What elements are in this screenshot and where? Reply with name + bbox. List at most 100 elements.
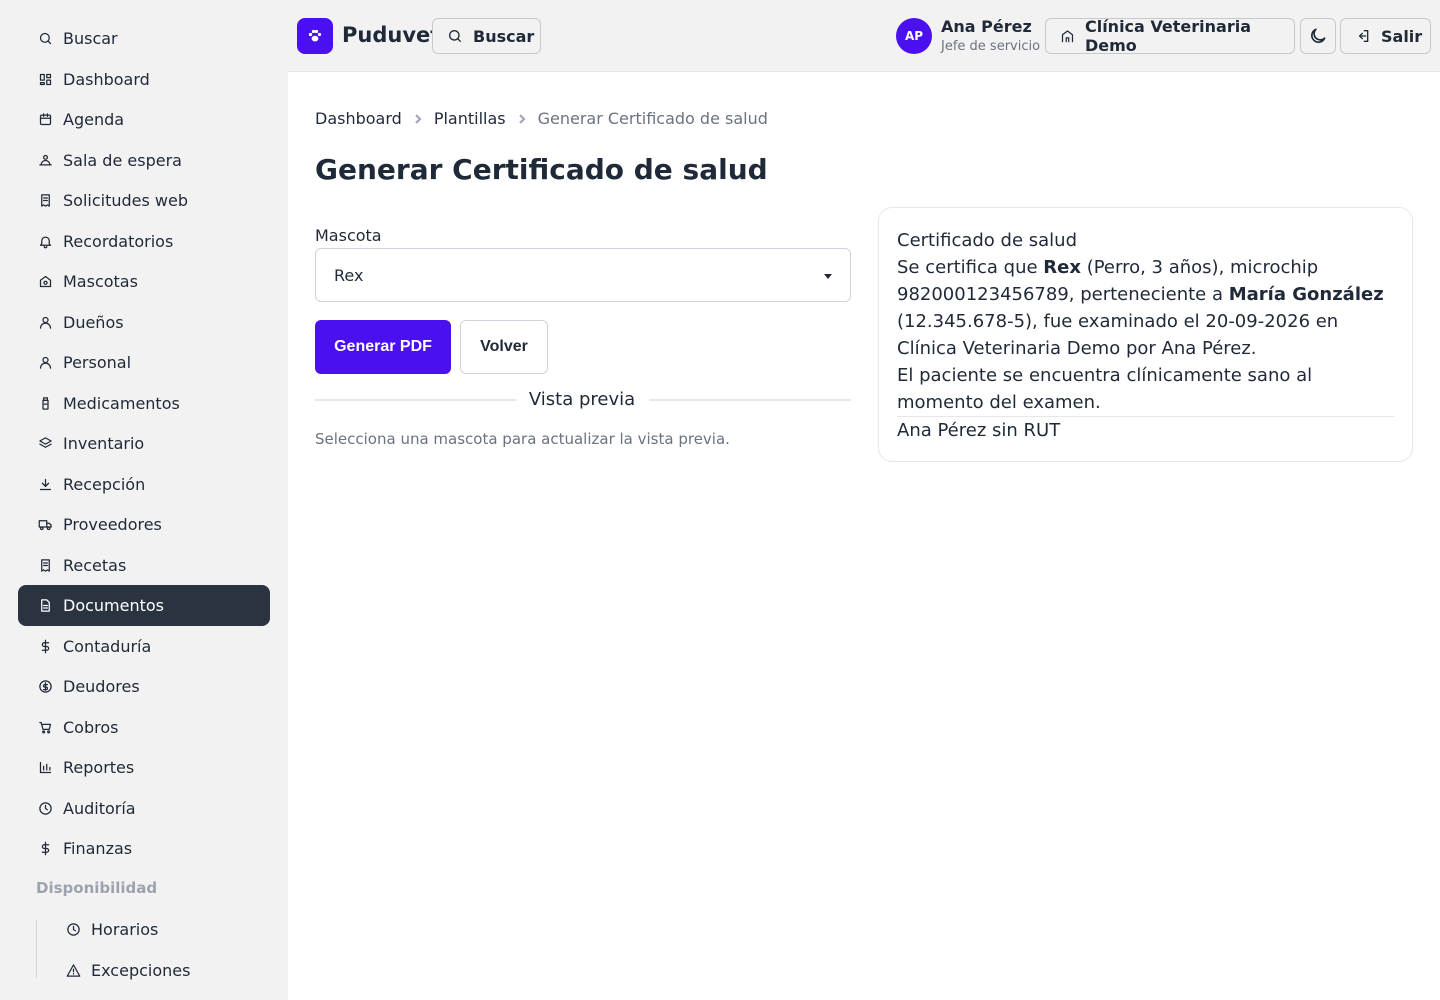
sidebar-item-duenos[interactable]: Dueños [18,302,270,343]
dashboard-icon [37,72,53,88]
sidebar-item-label: Deudores [63,677,140,696]
certificate-preview: Certificado de salud Se certifica que Re… [878,207,1413,462]
certificate-heading: Certificado de salud [897,230,1077,251]
avatar[interactable]: AP [896,18,932,54]
search-icon [449,30,461,42]
sidebar-item-label: Dueños [63,313,124,332]
clinic-selector-button[interactable]: Clínica Veterinaria Demo [1045,17,1295,55]
breadcrumb-plantillas[interactable]: Plantillas [434,109,506,128]
building-icon [1061,30,1074,43]
sidebar-item-label: Mascotas [63,272,138,291]
dollar-icon [37,841,53,857]
sidebar-subitem-excepciones[interactable]: Excepciones [46,950,270,991]
certificate-pet-name: Rex [1043,257,1081,278]
sidebar-item-contaduria[interactable]: Contaduría [18,626,270,667]
certificate-body: Se certifica que Rex (Perro, 3 años), mi… [897,254,1394,362]
sidebar-subitem-horarios[interactable]: Horarios [46,909,270,950]
sidebar-item-label: Personal [63,353,132,372]
sidebar-item-label: Proveedores [63,515,162,534]
certificate-statement: El paciente se encuentra clínicamente sa… [897,365,1313,413]
sidebar-item-label: Auditoría [63,799,136,818]
sidebar-item-recepcion[interactable]: Recepción [18,464,270,505]
pet-house-icon [37,274,53,290]
sidebar-item-label: Recordatorios [63,232,174,251]
brand-name[interactable]: Puduvet [342,23,440,47]
clock-icon [65,922,81,938]
dollar-icon [37,639,53,655]
sidebar-item-recetas[interactable]: Recetas [18,545,270,586]
preview-hint: Selecciona una mascota para actualizar l… [315,430,730,448]
breadcrumb-dashboard[interactable]: Dashboard [315,109,402,128]
sidebar-item-label: Dashboard [63,70,150,89]
search-icon [37,31,53,47]
calendar-icon [37,112,53,128]
pet-select-value: Rex [334,265,364,285]
sidebar-item-mascotas[interactable]: Mascotas [18,261,270,302]
waiting-room-icon [37,153,53,169]
generate-pdf-button[interactable]: Generar PDF [315,320,451,374]
sidebar-item-sala-de-espera[interactable]: Sala de espera [18,140,270,181]
cart-icon [37,720,53,736]
paw-logo-icon[interactable] [297,18,333,54]
pet-field-label: Mascota [315,226,382,245]
user-name: Ana Pérez [941,17,1032,36]
sidebar: Disponibilidad Buscar Dashboard Agenda Sala… [0,0,288,1000]
sidebar-item-proveedores[interactable]: Proveedores [18,504,270,545]
sidebar-item-cobros[interactable]: Cobros [18,707,270,748]
search-button[interactable]: Buscar [432,18,541,54]
document-icon [37,598,53,614]
bar-chart-icon [37,760,53,776]
download-icon [37,477,53,493]
bell-icon [37,234,53,250]
sidebar-item-deudores[interactable]: Deudores [18,666,270,707]
sidebar-item-label: Documentos [63,596,165,615]
chevron-right-icon [516,113,528,125]
moon-icon [1311,28,1326,43]
sidebar-item-finanzas[interactable]: Finanzas [18,828,270,869]
sidebar-item-documentos[interactable]: Documentos [18,585,270,626]
logout-button[interactable]: Salir [1340,18,1431,54]
sidebar-item-reportes[interactable]: Reportes [18,747,270,788]
top-header: Puduvet Buscar AP Ana Pérez Jefe de serv… [288,0,1440,72]
user-icon [37,315,53,331]
medicine-icon [37,396,53,412]
sidebar-item-label: Horarios [91,920,159,939]
page-title: Generar Certificado de salud [315,153,768,186]
sidebar-subgroup-line [36,920,37,978]
caret-down-icon [824,274,832,279]
breadcrumb-current: Generar Certificado de salud [537,109,768,128]
pet-select[interactable]: Rex [315,248,851,302]
sidebar-item-label: Agenda [63,110,125,129]
clinic-label: Clínica Veterinaria Demo [1084,17,1251,55]
sidebar-item-personal[interactable]: Personal [18,342,270,383]
sidebar-item-solicitudes-web[interactable]: Solicitudes web [18,180,270,221]
search-button-label: Buscar [473,26,535,46]
sidebar-item-label: Contaduría [63,637,152,656]
divider-line-left [315,399,516,401]
chevron-right-icon [412,113,424,125]
certificate-signature: Ana Pérez sin RUT [897,420,1061,441]
warning-icon [65,963,81,979]
sidebar-item-recordatorios[interactable]: Recordatorios [18,221,270,262]
sidebar-item-label: Recepción [63,475,146,494]
certificate-text: (12.345.678-5), fue examinado el 20-09-2… [897,311,1339,359]
sidebar-item-auditoria[interactable]: Auditoría [18,788,270,829]
sidebar-item-dashboard[interactable]: Dashboard [18,59,270,100]
sidebar-item-label: Medicamentos [63,394,180,413]
receipt-icon [37,193,53,209]
sidebar-item-label: Inventario [63,434,145,453]
sidebar-item-agenda[interactable]: Agenda [18,99,270,140]
layers-icon [37,436,53,452]
sidebar-item-inventario[interactable]: Inventario [18,423,270,464]
back-button[interactable]: Volver [460,320,548,374]
receipt-icon [37,558,53,574]
theme-toggle-button[interactable] [1300,18,1336,54]
user-role: Jefe de servicio [941,39,1041,54]
sidebar-item-label: Finanzas [63,839,133,858]
sidebar-item-label: Recetas [63,556,127,575]
certificate-owner-name: María González [1228,284,1384,305]
sidebar-item-medicamentos[interactable]: Medicamentos [18,383,270,424]
sidebar-item-label: Buscar [63,29,118,48]
sidebar-item-buscar[interactable]: Buscar [18,18,270,59]
sidebar-item-label: Cobros [63,718,119,737]
